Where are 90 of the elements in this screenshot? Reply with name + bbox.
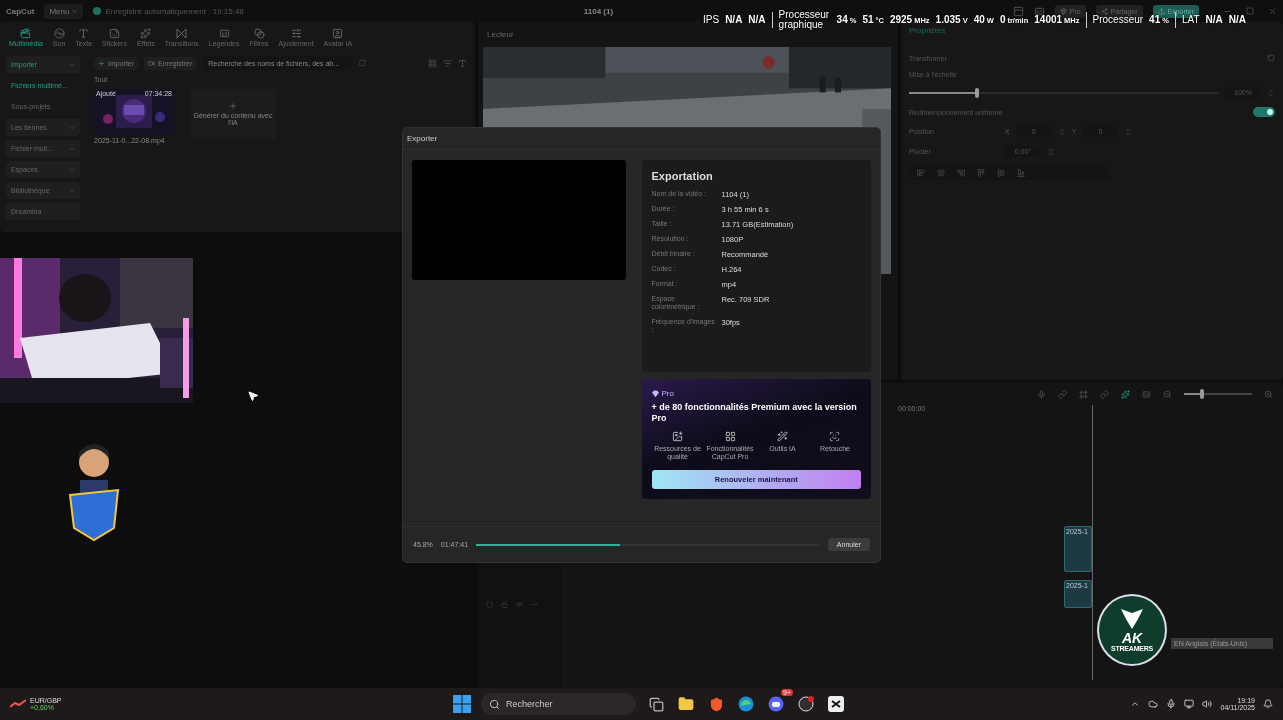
user-square-icon (332, 27, 344, 39)
zoom-in-icon[interactable] (1264, 389, 1273, 399)
link-icon[interactable] (1058, 389, 1067, 399)
cursor-icon (247, 390, 259, 402)
details-heading: Exportation (651, 170, 714, 182)
sticker-icon (109, 27, 120, 39)
frame-icon[interactable] (1079, 389, 1088, 399)
share-icon (1100, 7, 1108, 15)
menu-button[interactable]: Menu (44, 3, 84, 19)
disc-icon (53, 27, 65, 39)
chat-app-icon[interactable] (766, 694, 786, 714)
caret-icon (69, 166, 75, 173)
magic-wand-icon (777, 430, 788, 442)
pro-headline: + de 80 fonctionnalités Premium avec la version Pro (651, 402, 858, 424)
stat-value: 1.035 (935, 14, 961, 25)
microphone-icon[interactable] (1166, 699, 1177, 709)
circle-icon[interactable] (486, 601, 493, 608)
editor-app-icon[interactable] (826, 694, 846, 714)
chart-icon (10, 699, 26, 709)
stepper-icon[interactable] (1124, 127, 1133, 136)
monitor-icon[interactable] (1184, 699, 1195, 709)
face-scan-icon (829, 430, 841, 442)
sparkles-icon (140, 27, 152, 39)
browser-icon[interactable] (736, 694, 756, 714)
close-icon[interactable] (1268, 6, 1277, 16)
layout-icon[interactable] (1012, 5, 1024, 17)
bowtie-icon (176, 27, 188, 39)
stepper-icon[interactable] (1267, 88, 1275, 97)
plus-icon (229, 102, 237, 110)
search-icon (489, 698, 500, 710)
text-icon (78, 27, 90, 39)
logo-text: AK (1121, 631, 1143, 645)
text-icon[interactable] (458, 58, 467, 68)
uniform-toggle[interactable] (1253, 107, 1275, 117)
align-center-icon[interactable] (937, 169, 945, 177)
project-title: 1104 (1) (583, 6, 614, 16)
dialog-title: Exporter (403, 128, 880, 150)
maximize-icon[interactable] (1246, 6, 1254, 15)
plus-icon (98, 59, 105, 67)
sort-icon[interactable] (443, 58, 452, 68)
properties-tab[interactable]: Propriétés (901, 22, 1283, 44)
stat-value: 51 (862, 14, 874, 25)
player-title: Lecteur (486, 30, 515, 39)
align-bottom-icon[interactable] (1017, 169, 1025, 177)
gem-icon (1059, 7, 1067, 15)
recorder-icon[interactable] (796, 694, 816, 714)
stat-value: 34 (836, 14, 848, 25)
stat-value: N/A (1205, 14, 1223, 25)
caret-icon (71, 7, 79, 15)
chevron-up-icon[interactable] (1130, 699, 1141, 709)
grid-icon[interactable] (428, 58, 437, 68)
align-left-icon[interactable] (917, 169, 925, 177)
circles-icon (253, 27, 265, 39)
stepper-icon[interactable] (1047, 147, 1055, 156)
upload-icon (1157, 7, 1165, 15)
start-icon[interactable] (453, 695, 471, 713)
taskbar-search[interactable]: Rechercher (481, 693, 636, 715)
volume-icon[interactable] (1202, 699, 1213, 709)
align-middle-icon[interactable] (997, 169, 1005, 177)
app-logo: CapCut (6, 6, 35, 16)
video-camera-icon (148, 59, 156, 67)
caret-icon (69, 187, 75, 194)
stat-value: N/A (748, 14, 766, 25)
stat-value: 0 (999, 14, 1006, 25)
notification-icon[interactable] (1263, 699, 1273, 709)
caret-icon (69, 61, 75, 68)
stat-value: 2925 (889, 14, 913, 25)
pro-badge: Pro (651, 389, 861, 398)
align-top-icon[interactable] (977, 169, 985, 177)
grid-icon (724, 430, 736, 442)
reset-icon[interactable] (1267, 54, 1275, 62)
refresh-icon[interactable] (358, 59, 367, 67)
sparkles-icon[interactable] (1121, 389, 1130, 399)
image-icon (672, 430, 683, 442)
stepper-icon[interactable] (1057, 127, 1066, 136)
stat-value: 40 (973, 14, 985, 25)
align-right-icon[interactable] (957, 169, 965, 177)
captions-icon (218, 27, 230, 39)
lock-icon[interactable] (501, 601, 508, 608)
stat-value: N/A (1228, 14, 1246, 25)
caret-icon (69, 145, 75, 152)
clapperboard-icon (20, 27, 32, 39)
link-icon[interactable] (1100, 389, 1109, 399)
sliders-icon (290, 27, 302, 39)
cloud-icon[interactable] (1148, 699, 1159, 709)
stat-label: Processeur graphique (778, 10, 831, 29)
caret-icon (69, 124, 75, 131)
stat-value: N/A (725, 14, 743, 25)
zoom-out-icon[interactable] (1163, 389, 1172, 399)
stat-label: IPS (703, 14, 720, 25)
